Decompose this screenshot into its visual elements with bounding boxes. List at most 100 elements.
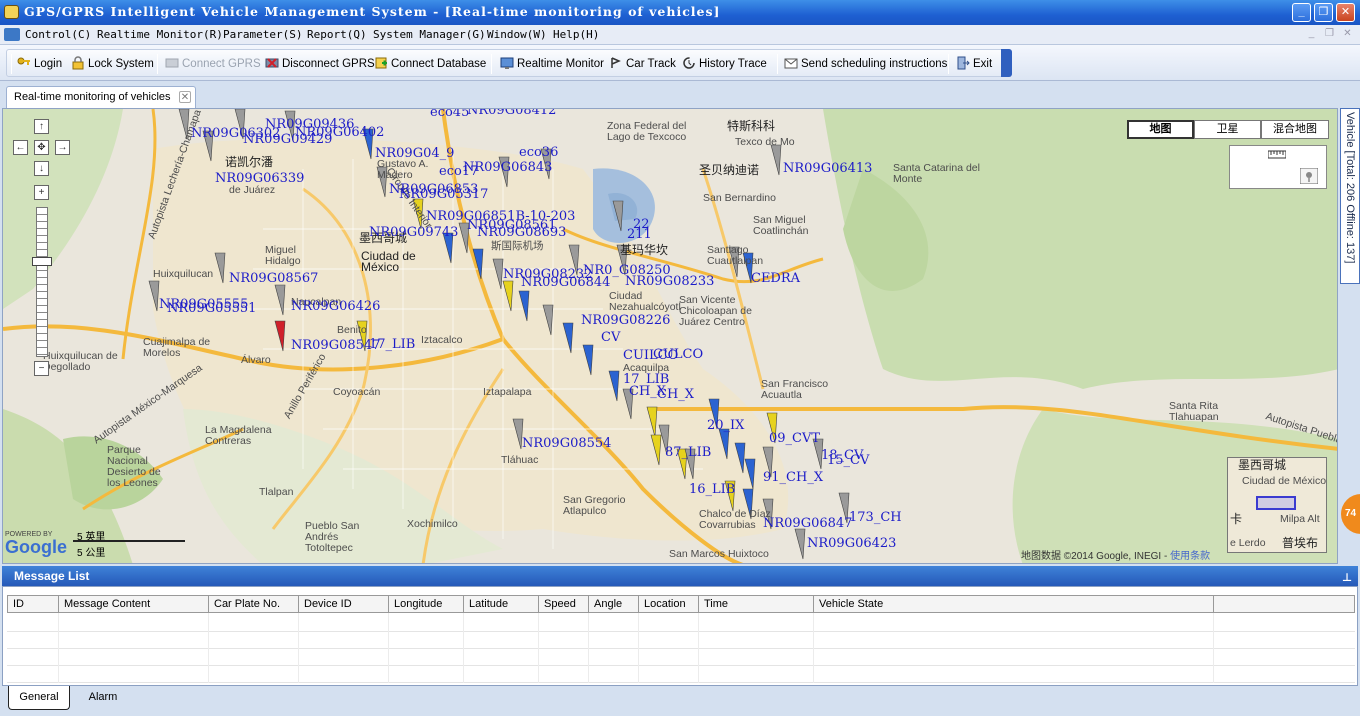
vehicle-side-panel[interactable]: Vehicle [Total: 206 Offline: 137]	[1340, 108, 1360, 284]
vehicle-label[interactable]: eco17	[439, 165, 478, 178]
lock-system-button[interactable]: Lock System	[71, 55, 154, 73]
place-label: Pueblo San Andrés Totoltepec	[305, 520, 360, 554]
mdi-restore-icon[interactable]: ❐	[1323, 28, 1336, 41]
tab-general[interactable]: General	[8, 686, 70, 710]
ruler-icon[interactable]	[1268, 150, 1286, 160]
vehicle-label[interactable]: NR09G09743	[369, 226, 458, 239]
col-angle[interactable]: Angle	[589, 596, 639, 612]
restore-button[interactable]: ❐	[1314, 3, 1333, 22]
vehicle-label[interactable]: NR09G08567	[229, 272, 318, 285]
vehicle-label[interactable]: NR09G08547	[291, 339, 380, 352]
zoom-slider[interactable]	[36, 207, 48, 357]
overview-viewport[interactable]	[1256, 496, 1296, 510]
col-latitude[interactable]: Latitude	[464, 596, 539, 612]
message-table[interactable]: ID Message Content Car Plate No. Device …	[2, 586, 1358, 686]
vehicle-label[interactable]: NR09G08233	[625, 275, 714, 288]
tab-realtime-monitoring[interactable]: Real-time monitoring of vehicles ✕	[6, 86, 196, 108]
vehicle-label[interactable]: 15_CV	[827, 454, 869, 467]
vehicle-label[interactable]: NR09G05551	[167, 302, 256, 315]
map-type-satellite[interactable]: 卫星	[1194, 120, 1261, 139]
vehicle-label[interactable]: 16_LIB	[689, 483, 735, 496]
notification-badge[interactable]: 74	[1341, 494, 1360, 534]
send-scheduling-button[interactable]: Send scheduling instructions	[784, 55, 947, 73]
map-type-map[interactable]: 地图	[1127, 120, 1194, 139]
vehicle-label[interactable]: NR09G08232	[503, 268, 592, 281]
pan-left-icon[interactable]: ←	[13, 140, 28, 155]
vehicle-label[interactable]: NR09G08226	[581, 314, 670, 327]
zoom-in-icon[interactable]: +	[34, 185, 49, 200]
vehicle-label[interactable]: eco45	[430, 109, 469, 119]
pan-down-icon[interactable]: ↓	[34, 161, 49, 176]
car-track-button[interactable]: Car Track	[609, 55, 676, 73]
connect-gprs-button[interactable]: Connect GPRS	[165, 55, 261, 73]
vehicle-label[interactable]: NR09G06847	[763, 517, 852, 530]
col-device-id[interactable]: Device ID	[299, 596, 389, 612]
vehicle-label[interactable]: 87_LIB	[665, 446, 711, 459]
col-message-content[interactable]: Message Content	[59, 596, 209, 612]
vehicle-label[interactable]: CV	[601, 331, 620, 344]
vehicle-label[interactable]: 173_CH	[849, 511, 902, 524]
pan-right-icon[interactable]: →	[55, 140, 70, 155]
col-id[interactable]: ID	[8, 596, 59, 612]
col-divider	[388, 613, 389, 683]
vehicle-label[interactable]: NR09G08693	[477, 226, 566, 239]
menu-system-manager[interactable]: System Manager(G)	[373, 28, 486, 41]
vehicle-label[interactable]: NR09G06426	[291, 300, 380, 313]
vehicle-label[interactable]: NR09G09429	[243, 133, 332, 146]
toolbar-separator	[491, 54, 492, 74]
menu-help[interactable]: Help(H)	[553, 28, 599, 41]
minimize-button[interactable]: _	[1292, 3, 1311, 22]
connect-database-button[interactable]: Connect Database	[374, 55, 486, 73]
menu-realtime-monitor[interactable]: Realtime Monitor(R)	[97, 28, 223, 41]
tab-close-icon[interactable]: ✕	[179, 91, 191, 103]
col-time[interactable]: Time	[699, 596, 814, 612]
overview-map[interactable]: 墨西哥城 Ciudad de México 卡 Milpa Alt e Lerd…	[1227, 457, 1327, 553]
vehicle-label[interactable]: NR09G08412	[467, 109, 556, 117]
mdi-minimize-icon[interactable]: _	[1305, 28, 1318, 41]
vehicle-label[interactable]: CH_X	[629, 385, 666, 398]
vehicle-label[interactable]: NR09G06423	[807, 537, 896, 550]
vehicle-label[interactable]: NR09G06339	[215, 172, 304, 185]
realtime-monitor-button[interactable]: Realtime Monitor	[500, 55, 604, 73]
login-button[interactable]: Login	[17, 55, 62, 73]
map-view[interactable]: Zona Federal del Lago de Texcoco 特斯科科 Te…	[2, 108, 1338, 564]
terms-link[interactable]: 使用条款	[1170, 551, 1210, 562]
zoom-slider-handle[interactable]	[32, 257, 52, 266]
vehicle-label[interactable]: NR09G06413	[783, 162, 872, 175]
vehicle-label[interactable]: eco36	[519, 146, 558, 159]
history-trace-button[interactable]: History Trace	[682, 55, 767, 73]
disconnect-gprs-button[interactable]: Disconnect GPRS	[265, 55, 375, 73]
vehicle-label[interactable]: 91_CH_X	[763, 471, 823, 484]
vehicle-label[interactable]: NR09G05317	[399, 188, 488, 201]
vehicle-label[interactable]: NR09G04_9	[375, 147, 454, 160]
col-car-plate[interactable]: Car Plate No.	[209, 596, 299, 612]
col-vehicle-state[interactable]: Vehicle State	[814, 596, 1214, 612]
exit-button[interactable]: Exit	[956, 55, 992, 73]
col-speed[interactable]: Speed	[539, 596, 589, 612]
row-divider	[7, 665, 1355, 666]
pin-icon[interactable]: ⊥	[1342, 568, 1352, 588]
vehicle-label[interactable]: 17_LIB	[369, 338, 415, 351]
map-type-hybrid[interactable]: 混合地图	[1261, 120, 1329, 139]
close-button[interactable]: ✕	[1336, 3, 1355, 22]
col-location[interactable]: Location	[639, 596, 699, 612]
vehicle-label[interactable]: 09_CVT	[769, 432, 820, 445]
pan-center-icon[interactable]: ✥	[34, 140, 49, 155]
locate-pin-icon[interactable]	[1300, 168, 1318, 184]
vehicle-label[interactable]: CUILCO	[623, 349, 678, 362]
menu-report[interactable]: Report(Q)	[307, 28, 367, 41]
pan-up-icon[interactable]: ↑	[34, 119, 49, 134]
vehicle-label[interactable]: CEDRA	[751, 272, 800, 285]
overview-label: Ciudad de México	[1242, 475, 1327, 487]
menu-parameter[interactable]: Parameter(S)	[223, 28, 302, 41]
tab-alarm[interactable]: Alarm	[74, 686, 132, 710]
toolbar-overflow-icon[interactable]	[1001, 49, 1012, 77]
mdi-close-icon[interactable]: ✕	[1341, 28, 1354, 41]
menu-control[interactable]: Control(C)	[25, 28, 91, 41]
col-longitude[interactable]: Longitude	[389, 596, 464, 612]
vehicle-label[interactable]: NR09G08554	[522, 437, 611, 450]
vehicle-label[interactable]: 20_IX	[707, 419, 744, 432]
zoom-out-icon[interactable]: −	[34, 361, 49, 376]
menu-window[interactable]: Window(W)	[487, 28, 547, 41]
vehicle-label[interactable]: 211	[627, 228, 652, 241]
